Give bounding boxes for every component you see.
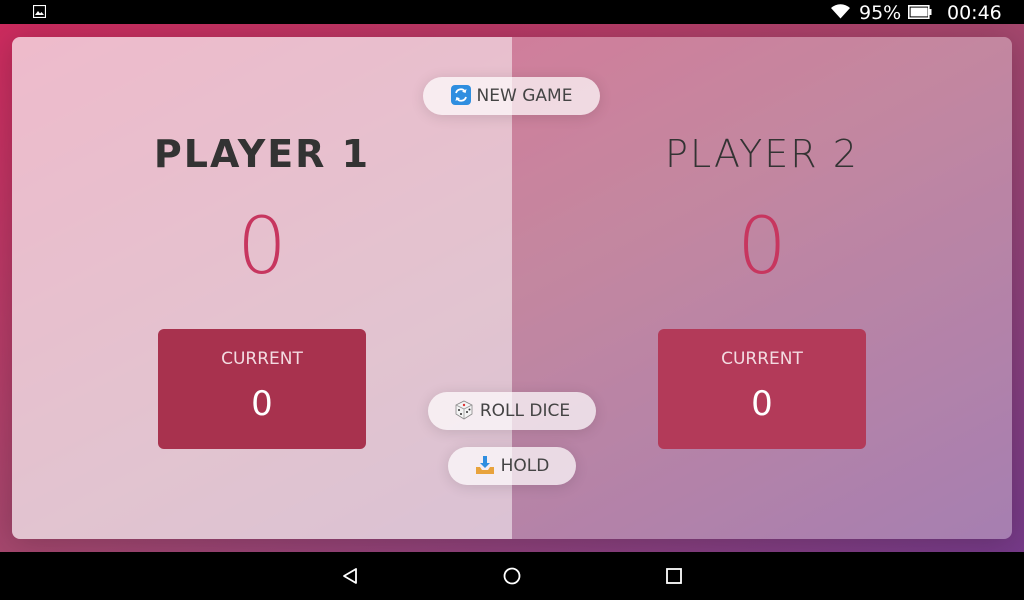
- player-1-current-label: CURRENT: [221, 349, 303, 369]
- new-game-button[interactable]: NEW GAME: [423, 77, 600, 115]
- player-2-current-label: CURRENT: [721, 349, 803, 369]
- back-icon[interactable]: [338, 564, 362, 588]
- inbox-tray-icon: [475, 456, 494, 474]
- recents-icon[interactable]: [662, 564, 686, 588]
- roll-dice-label: ROLL DICE: [479, 401, 571, 421]
- player-1-score: 0: [237, 202, 287, 292]
- player-2-score: 0: [737, 202, 787, 292]
- player-2-name: PLAYER 2: [665, 132, 859, 176]
- player-1-current-score: 0: [251, 384, 273, 424]
- wifi-icon: [831, 4, 850, 19]
- player-1-current-box: CURRENT 0: [158, 329, 366, 449]
- game-board: PLAYER 1 0 CURRENT 0 PLAYER 2 0 CURRENT …: [12, 37, 1012, 539]
- navigation-bar: [0, 552, 1024, 600]
- player-2-current-box: CURRENT 0: [658, 329, 866, 449]
- dice-icon: [455, 400, 473, 420]
- battery-percent: 95%: [859, 2, 902, 24]
- gallery-icon: [33, 5, 46, 18]
- hold-label: HOLD: [500, 456, 550, 476]
- hold-button[interactable]: HOLD: [448, 447, 576, 485]
- home-icon[interactable]: [500, 564, 524, 588]
- app-background: PLAYER 1 0 CURRENT 0 PLAYER 2 0 CURRENT …: [0, 24, 1024, 552]
- clock: 00:46: [947, 2, 1002, 24]
- battery-icon: [908, 5, 932, 19]
- player-1-name: PLAYER 1: [153, 132, 371, 176]
- player-2-current-score: 0: [751, 384, 773, 424]
- roll-dice-button[interactable]: ROLL DICE: [428, 392, 596, 430]
- refresh-icon: [450, 85, 471, 105]
- status-bar: 95% 00:46: [0, 0, 1024, 24]
- new-game-label: NEW GAME: [476, 86, 573, 106]
